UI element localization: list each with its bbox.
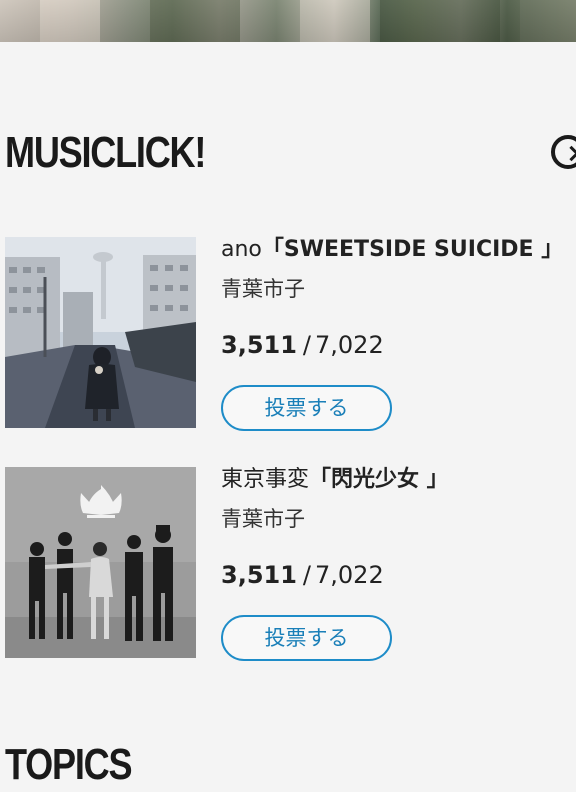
submitter-name: 青葉市子 — [221, 507, 305, 531]
vote-separator: / — [302, 331, 312, 359]
item-info: ano「SWEETSIDE SUICIDE 」 青葉市子 3,511/7,022… — [221, 237, 576, 431]
vote-button[interactable]: 投票する — [221, 385, 392, 431]
item-info: 東京事変「閃光少女 」 青葉市子 3,511/7,022 投票する — [221, 467, 576, 661]
vote-separator: / — [302, 561, 312, 589]
artist-name: 東京事変 — [221, 467, 310, 492]
vote-count: 3,511/7,022 — [221, 561, 576, 589]
artist-name: ano — [221, 237, 262, 262]
vote-current: 3,511 — [221, 331, 297, 359]
album-artwork[interactable] — [5, 467, 196, 658]
vote-total: 7,022 — [315, 561, 384, 589]
vote-total: 7,022 — [315, 331, 384, 359]
song-title: 「閃光少女 」 — [309, 467, 449, 492]
section-title: MUSICLICK! — [5, 128, 206, 177]
song-title-line[interactable]: 東京事変「閃光少女 」 — [221, 467, 576, 493]
vote-current: 3,511 — [221, 561, 297, 589]
chevron-right-circle-icon[interactable] — [551, 135, 576, 169]
song-title: 「SWEETSIDE SUICIDE 」 — [261, 237, 564, 262]
hero-banner-image — [0, 0, 576, 42]
vote-count: 3,511/7,022 — [221, 331, 576, 359]
submitter-name: 青葉市子 — [221, 277, 305, 301]
song-title-line[interactable]: ano「SWEETSIDE SUICIDE 」 — [221, 237, 576, 263]
album-artwork[interactable] — [5, 237, 196, 428]
topics-title: TOPICS — [5, 740, 133, 789]
vote-button[interactable]: 投票する — [221, 615, 392, 661]
